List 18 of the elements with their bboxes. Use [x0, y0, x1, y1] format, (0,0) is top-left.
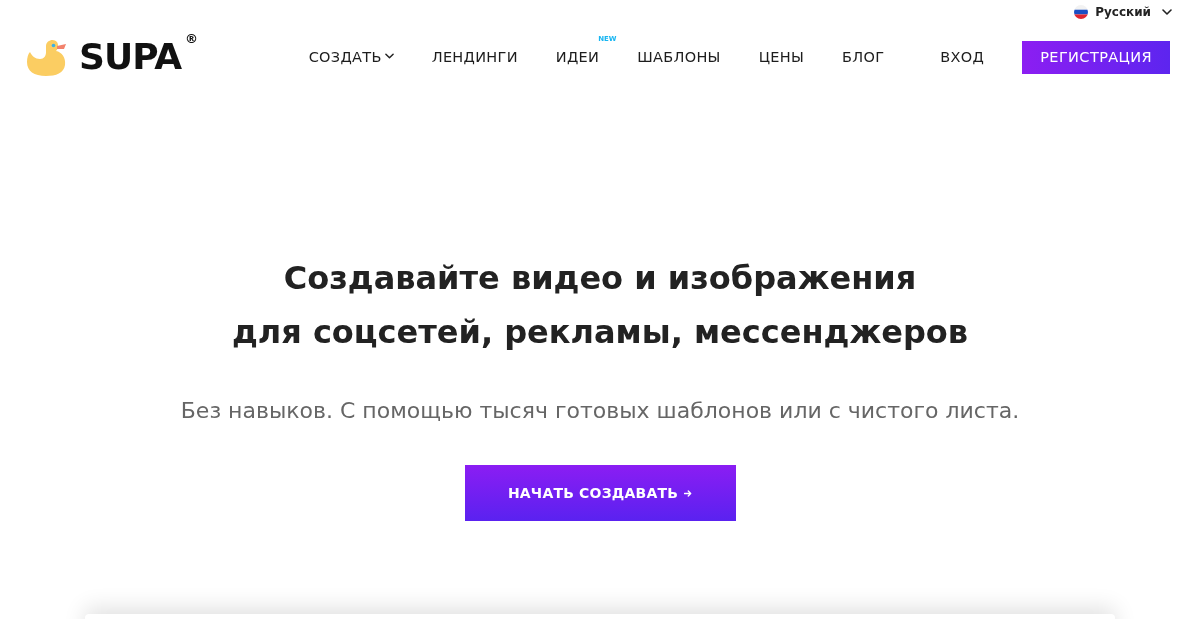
- nav-link[interactable]: ШАБЛОНЫ: [637, 48, 721, 66]
- nav-link[interactable]: ИДЕИ: [555, 48, 600, 66]
- start-creating-button[interactable]: НАЧАТЬ СОЗДАВАТЬ: [464, 465, 736, 521]
- nav-link[interactable]: БЛОГ: [842, 48, 885, 66]
- nav-link[interactable]: ЛЕНДИНГИ: [431, 48, 518, 66]
- nav-link[interactable]: ЦЕНЫ: [758, 48, 805, 66]
- nav-dropdown[interactable]: СОЗДАТЬ: [308, 48, 394, 66]
- chevron-down-icon: [1162, 9, 1172, 15]
- hero-subtitle: Без навыков. С помощью тысяч готовых шаблонов или с чистого листа.: [180, 397, 1020, 425]
- hero-heading: Создавайте видео и изображения для соцсетей, рекламы, мессенджеров: [231, 258, 969, 353]
- login-link[interactable]: ВХОД: [940, 48, 985, 66]
- language-selector[interactable]: Русский: [1074, 5, 1172, 19]
- logo-text[interactable]: SUPA: [79, 39, 182, 75]
- registered-mark: ®: [185, 32, 199, 45]
- arrow-right-icon: [684, 489, 693, 497]
- caret-icon: [384, 52, 394, 59]
- russian-flag-icon: [1074, 5, 1089, 19]
- signup-button[interactable]: РЕГИСТРАЦИЯ: [1022, 40, 1170, 74]
